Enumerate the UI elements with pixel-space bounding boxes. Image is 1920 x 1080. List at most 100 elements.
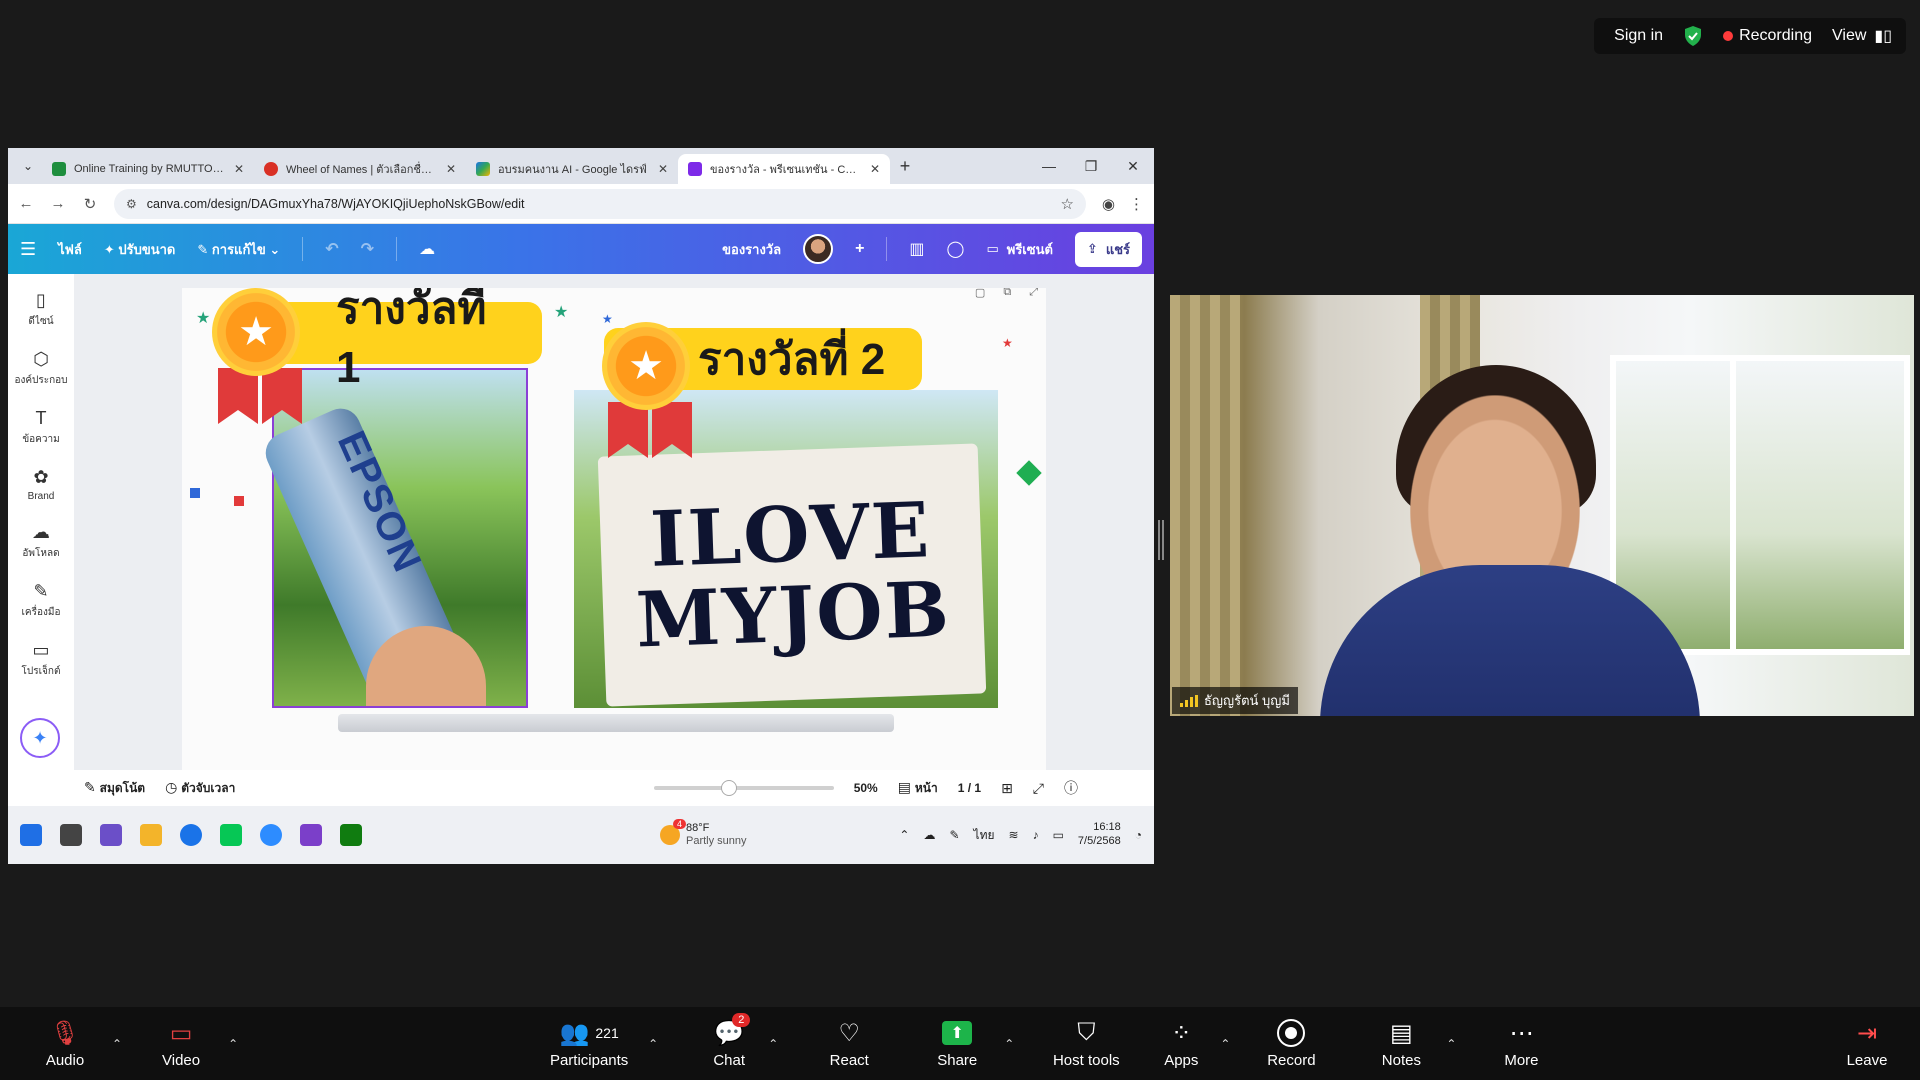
tray-cloud-icon[interactable]: ☁: [923, 828, 935, 842]
leave-button[interactable]: ⇥ Leave: [1842, 1007, 1892, 1080]
browser-tab[interactable]: อบรมคนงาน AI - Google ไดรฟ์ ✕: [466, 154, 678, 184]
wifi-icon[interactable]: ≋: [1009, 828, 1019, 842]
notes-chevron-icon[interactable]: ⌃: [1446, 1037, 1456, 1051]
minimize-icon[interactable]: —: [1028, 158, 1070, 175]
magic-assistant-sparkle-icon[interactable]: ✦: [20, 718, 60, 758]
clock[interactable]: 16:18 7/5/2568: [1078, 821, 1121, 849]
grid-view-icon[interactable]: ⊞: [1001, 780, 1013, 797]
react-button[interactable]: ♡ React: [824, 1007, 874, 1080]
sidebar-item[interactable]: T ข้อความ: [22, 408, 59, 447]
file-menu[interactable]: ไฟล์: [58, 239, 82, 260]
zoom-percentage[interactable]: 50%: [854, 781, 878, 795]
profile-icon[interactable]: ◉: [1102, 195, 1115, 213]
collaborator-avatar[interactable]: [803, 234, 834, 264]
record-button[interactable]: Record: [1266, 1007, 1316, 1080]
apps-chevron-icon[interactable]: ⌃: [1220, 1037, 1230, 1051]
sidebar-item[interactable]: ▭ โปรเจ็กต์: [22, 640, 61, 679]
shield-check-icon[interactable]: [1683, 25, 1703, 47]
prize1-photo[interactable]: EPSON: [259, 368, 528, 708]
sidebar-item[interactable]: ▯ ดีไซน์: [28, 290, 53, 329]
cloud-save-icon[interactable]: ☁: [419, 239, 435, 259]
panel-resize-handle[interactable]: [1158, 520, 1164, 560]
host-tools-button[interactable]: ⛉ Host tools: [1046, 1007, 1126, 1080]
reload-icon[interactable]: ↻: [82, 195, 98, 213]
tray-chevron-icon[interactable]: ⌃: [899, 828, 909, 842]
chat-chevron-icon[interactable]: ⌃: [768, 1037, 778, 1051]
line-app-icon[interactable]: [220, 824, 242, 846]
tab-close-icon[interactable]: ✕: [870, 162, 880, 176]
chat-button[interactable]: 💬 2 Chat: [704, 1007, 754, 1080]
add-page-icon[interactable]: ⤢: [1029, 288, 1038, 299]
site-info-icon[interactable]: ⚙: [126, 197, 137, 211]
timer-button[interactable]: ◷ ตัวจับเวลา: [165, 779, 235, 798]
xbox-icon[interactable]: [340, 824, 362, 846]
sidebar-item[interactable]: ✎ เครื่องมือ: [22, 581, 61, 620]
participants-button[interactable]: 👥 221 Participants: [544, 1007, 634, 1080]
restore-icon[interactable]: ❐: [1070, 158, 1112, 175]
tab-close-icon[interactable]: ✕: [234, 162, 244, 176]
pages-button[interactable]: ▤ หน้า: [898, 779, 938, 798]
kebab-menu-icon[interactable]: ⋮: [1129, 195, 1144, 213]
battery-icon[interactable]: ▭: [1053, 828, 1064, 842]
sidebar-item[interactable]: ☁ อัพโหลด: [22, 522, 59, 561]
zoom-app-icon[interactable]: [260, 824, 282, 846]
add-collaborator-plus-icon[interactable]: +: [855, 240, 864, 258]
forward-arrow-icon[interactable]: →: [50, 195, 66, 212]
audio-button[interactable]: 🎙 Audio: [40, 1007, 90, 1080]
undo-icon[interactable]: ↶: [325, 239, 338, 259]
taskview-icon[interactable]: [60, 824, 82, 846]
close-window-icon[interactable]: ✕: [1112, 158, 1154, 175]
bookmark-star-icon[interactable]: ☆: [1060, 195, 1073, 213]
recording-indicator[interactable]: Recording: [1723, 27, 1812, 45]
more-button[interactable]: ⋯ More: [1496, 1007, 1546, 1080]
participant-video-tile[interactable]: ธัญญรัตน์ บุญมี: [1170, 295, 1914, 716]
sign-in-button[interactable]: Sign in: [1614, 27, 1663, 45]
notes-button[interactable]: ✎ สมุดโน้ต: [84, 779, 145, 798]
resize-button[interactable]: ✦ ปรับขนาด: [104, 239, 176, 260]
chrome-icon[interactable]: [180, 824, 202, 846]
document-title[interactable]: ของรางวัล: [722, 239, 781, 260]
star-medal-icon[interactable]: ★: [602, 322, 690, 410]
apps-button[interactable]: ⁘ Apps: [1156, 1007, 1206, 1080]
tray-pen-icon[interactable]: ✎: [949, 828, 959, 842]
star-medal-icon[interactable]: ★: [212, 288, 300, 376]
share-screen-button[interactable]: ⬆ Share: [932, 1007, 982, 1080]
comment-icon[interactable]: ◯: [947, 239, 965, 259]
notes-zoom-button[interactable]: ▤ Notes: [1376, 1007, 1426, 1080]
browser-tab[interactable]: Online Training by RMUTTO Lib ✕: [42, 154, 254, 184]
share-chevron-icon[interactable]: ⌃: [1004, 1037, 1014, 1051]
video-button[interactable]: ▭ Video: [156, 1007, 206, 1080]
copilot-app-icon[interactable]: [100, 824, 122, 846]
sidebar-item[interactable]: ⬡ องค์ประกอบ: [14, 349, 67, 388]
windows-start-icon[interactable]: [20, 824, 42, 846]
sidebar-item[interactable]: ✿ Brand: [28, 467, 55, 502]
zoom-slider-handle[interactable]: [721, 780, 738, 796]
insights-chart-icon[interactable]: ▥: [909, 239, 924, 259]
duplicate-page-icon[interactable]: ⧉: [1003, 288, 1011, 299]
tab-close-icon[interactable]: ✕: [446, 162, 456, 176]
hamburger-menu-icon[interactable]: ☰: [20, 239, 36, 260]
back-arrow-icon[interactable]: ←: [18, 195, 34, 212]
input-language[interactable]: ไทย: [974, 826, 995, 845]
tab-close-icon[interactable]: ✕: [658, 162, 668, 176]
redo-icon[interactable]: ↷: [361, 239, 374, 259]
tab-search-chevron-icon[interactable]: ⌄: [14, 152, 42, 180]
file-explorer-icon[interactable]: [140, 824, 162, 846]
view-button[interactable]: View ▮▯: [1832, 26, 1892, 46]
video-options-chevron-icon[interactable]: ⌃: [228, 1037, 238, 1051]
lock-page-icon[interactable]: ▢: [975, 288, 985, 299]
present-button[interactable]: ▭ พรีเซนต์: [986, 239, 1052, 260]
share-button[interactable]: ⇪ แชร์: [1074, 231, 1142, 267]
slide-canvas[interactable]: ▢ ⧉ ⤢ ★ ★ ★ ★ EPSON ILOVE MYJOB รางวัลที…: [182, 288, 1046, 776]
browser-tab[interactable]: Wheel of Names | ตัวเลือกชื่อแบบ ✕: [254, 154, 466, 184]
url-input[interactable]: ⚙ canva.com/design/DAGmuxYha78/WjAYOKIQj…: [114, 188, 1086, 219]
edit-mode-dropdown[interactable]: ✎ การแก้ไข ⌄: [197, 239, 280, 260]
volume-icon[interactable]: ♪: [1033, 828, 1039, 842]
zoom-slider[interactable]: [653, 780, 834, 796]
weather-widget[interactable]: 4 88°F Partly sunny: [660, 819, 747, 848]
notification-bell-icon[interactable]: ◔: [1135, 828, 1142, 842]
help-icon[interactable]: ⓘ: [1064, 778, 1078, 798]
new-tab-plus-icon[interactable]: +: [890, 156, 920, 177]
media-app-icon[interactable]: [300, 824, 322, 846]
participants-chevron-icon[interactable]: ⌃: [648, 1037, 658, 1051]
